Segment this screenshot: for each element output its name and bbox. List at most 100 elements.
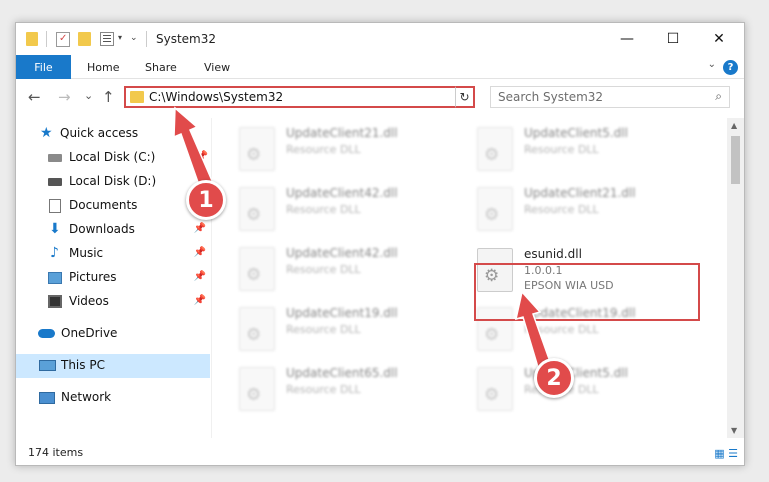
title-bar: ✓ ▾ ⌄ System32 — ☐ ✕ xyxy=(16,23,744,55)
explorer-window: ✓ ▾ ⌄ System32 — ☐ ✕ File Home Share Vie… xyxy=(15,22,745,466)
file-type: Resource DLL xyxy=(286,383,361,396)
sidebar-item-label: Local Disk (C:) xyxy=(69,150,156,164)
download-icon: ⬇ xyxy=(49,221,61,237)
refresh-button[interactable]: ↻ xyxy=(455,86,475,108)
star-icon: ★ xyxy=(40,125,53,141)
file-name: UpdateClient65.dll xyxy=(286,366,398,380)
dll-file-icon: ⚙ xyxy=(477,367,513,411)
file-name: UpdateClient19.dll xyxy=(286,306,398,320)
sidebar-item-downloads[interactable]: ⬇ Downloads 📌 xyxy=(16,218,210,242)
file-type: Resource DLL xyxy=(286,203,361,216)
file-type: Resource DLL xyxy=(524,323,599,336)
tab-home[interactable]: Home xyxy=(87,55,119,79)
qa-dropdown-icon[interactable]: ▾ xyxy=(118,33,122,49)
dll-file-icon: ⚙ xyxy=(477,127,513,171)
sidebar-item-label: Network xyxy=(61,390,112,404)
view-toggle-icon[interactable]: ▦ ☰ xyxy=(714,447,738,460)
list-item[interactable]: ⚙ UpdateClient21.dll Resource DLL xyxy=(234,123,464,179)
qa-customize-chevron-icon[interactable]: ⌄ xyxy=(130,33,138,49)
dll-file-icon: ⚙ xyxy=(239,187,275,231)
divider xyxy=(46,31,47,47)
step-1-badge: 1 xyxy=(186,180,226,220)
address-bar[interactable]: C:\Windows\System32 ⌄ xyxy=(124,86,474,108)
sidebar-item-label: Downloads xyxy=(69,222,135,236)
new-folder-icon[interactable] xyxy=(78,32,91,46)
file-tab[interactable]: File xyxy=(16,55,71,79)
drive-icon xyxy=(48,178,62,186)
list-item[interactable]: ⚙ UpdateClient5.dll Resource DLL xyxy=(472,123,702,179)
divider xyxy=(146,31,147,47)
list-item[interactable]: ⚙ UpdateClient5.dll Resource DLL xyxy=(472,363,702,419)
dll-file-icon: ⚙ xyxy=(239,307,275,351)
sidebar-item-label: Quick access xyxy=(60,126,139,140)
drive-icon xyxy=(48,154,62,162)
list-item[interactable]: ⚙ UpdateClient65.dll Resource DLL xyxy=(234,363,464,419)
scroll-down-icon[interactable]: ▼ xyxy=(731,426,737,435)
file-name: UpdateClient42.dll xyxy=(286,246,398,260)
minimize-button[interactable]: — xyxy=(604,23,650,55)
help-icon[interactable]: ? xyxy=(723,60,738,75)
ribbon: File Home Share View ⌄ ? xyxy=(16,55,744,79)
file-type: Resource DLL xyxy=(286,143,361,156)
close-button[interactable]: ✕ xyxy=(696,23,742,55)
file-name: UpdateClient5.dll xyxy=(524,126,628,140)
vertical-scrollbar[interactable]: ▲ ▼ xyxy=(727,118,744,438)
window-title: System32 xyxy=(156,32,217,46)
customize-icon[interactable] xyxy=(100,32,114,46)
computer-icon xyxy=(39,360,56,371)
folder-icon xyxy=(130,91,144,103)
pin-icon: 📌 xyxy=(193,223,206,234)
recent-locations-icon[interactable]: ⌄ xyxy=(84,89,93,102)
folder-icon xyxy=(26,32,38,46)
documents-icon xyxy=(49,199,61,213)
navigation-pane: ★ Quick access Local Disk (C:) 📌 Local D… xyxy=(16,118,212,438)
search-input[interactable]: Search System32 ⌕ xyxy=(490,86,730,108)
sidebar-item-videos[interactable]: Videos 📌 xyxy=(16,290,210,314)
step-2-badge: 2 xyxy=(534,358,574,398)
pin-icon: 📌 xyxy=(193,271,206,282)
maximize-button[interactable]: ☐ xyxy=(650,23,696,55)
sidebar-item-quick-access[interactable]: ★ Quick access xyxy=(16,122,210,146)
list-item[interactable]: ⚙ UpdateClient42.dll Resource DLL xyxy=(234,243,464,299)
pin-icon: 📌 xyxy=(193,295,206,306)
tab-share[interactable]: Share xyxy=(145,55,177,79)
highlight-box xyxy=(474,263,700,321)
sidebar-item-documents[interactable]: Documents xyxy=(16,194,210,218)
scroll-up-icon[interactable]: ▲ xyxy=(731,121,737,130)
sidebar-item-local-disk-c[interactable]: Local Disk (C:) 📌 xyxy=(16,146,210,170)
search-icon: ⌕ xyxy=(715,89,722,103)
sidebar-item-this-pc[interactable]: This PC xyxy=(16,354,210,378)
cloud-icon xyxy=(38,329,55,338)
navigation-bar: ← → ⌄ ↑ C:\Windows\System32 ⌄ ↻ Search S… xyxy=(16,80,744,114)
pictures-icon xyxy=(48,272,62,284)
file-list: ⚙ UpdateClient21.dll Resource DLL ⚙ Upda… xyxy=(214,118,726,438)
file-type: Resource DLL xyxy=(286,263,361,276)
file-type: Resource DLL xyxy=(524,203,599,216)
up-button[interactable]: ↑ xyxy=(102,88,115,106)
list-item[interactable]: ⚙ UpdateClient21.dll Resource DLL xyxy=(472,183,702,239)
sidebar-item-label: Documents xyxy=(69,198,138,212)
list-item[interactable]: ⚙ UpdateClient19.dll Resource DLL xyxy=(234,303,464,359)
status-bar: 174 items ▦ ☰ xyxy=(16,441,744,465)
pin-icon: 📌 xyxy=(193,247,206,258)
list-item[interactable]: ⚙ UpdateClient42.dll Resource DLL xyxy=(234,183,464,239)
properties-icon[interactable]: ✓ xyxy=(56,32,70,47)
file-name: UpdateClient42.dll xyxy=(286,186,398,200)
file-type: Resource DLL xyxy=(524,143,599,156)
sidebar-item-pictures[interactable]: Pictures 📌 xyxy=(16,266,210,290)
dll-file-icon: ⚙ xyxy=(477,187,513,231)
file-type: Resource DLL xyxy=(286,323,361,336)
sidebar-item-network[interactable]: Network xyxy=(16,386,210,410)
scroll-thumb[interactable] xyxy=(731,136,740,184)
tab-view[interactable]: View xyxy=(204,55,230,79)
back-button[interactable]: ← xyxy=(28,88,41,106)
sidebar-item-local-disk-d[interactable]: Local Disk (D:) xyxy=(16,170,210,194)
sidebar-item-music[interactable]: ♪ Music 📌 xyxy=(16,242,210,266)
sidebar-item-label: This PC xyxy=(61,358,105,372)
file-name: esunid.dll xyxy=(524,247,582,261)
network-icon xyxy=(39,392,55,404)
sidebar-item-onedrive[interactable]: OneDrive xyxy=(16,322,210,346)
forward-button[interactable]: → xyxy=(58,88,71,106)
collapse-ribbon-icon[interactable]: ⌄ xyxy=(708,59,716,70)
file-name: UpdateClient21.dll xyxy=(286,126,398,140)
